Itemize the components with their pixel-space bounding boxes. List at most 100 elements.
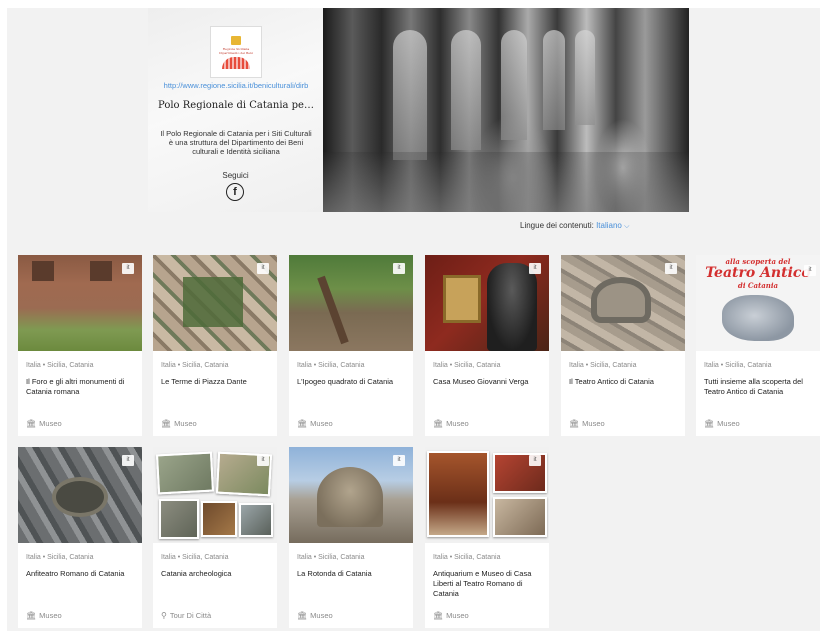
card-thumbnail: it: [153, 255, 277, 351]
location-region: Sicilia, Catania: [725, 362, 772, 369]
arch-shape: [501, 30, 527, 140]
location-country: Italia: [569, 362, 584, 369]
card-type-label: Tour Di Città: [169, 611, 212, 620]
card-location: Italia • Sicilia, Catania: [569, 362, 636, 369]
location-region: Sicilia, Catania: [47, 362, 94, 369]
language-selected[interactable]: Italiano: [596, 221, 622, 230]
card-location: Italia • Sicilia, Catania: [26, 362, 93, 369]
location-separator: •: [42, 362, 46, 369]
card-type: 🏛 Museo: [161, 419, 197, 428]
content-card[interactable]: it Italia • Sicilia, Catania Il Teatro A…: [561, 255, 685, 436]
portrait-frame: [443, 275, 481, 323]
card-title[interactable]: L'Ipogeo quadrato di Catania: [297, 377, 407, 387]
facebook-icon[interactable]: f: [226, 183, 244, 201]
card-thumbnail: alla scoperta del Teatro Antico di Catan…: [696, 255, 820, 351]
location-separator: •: [585, 362, 589, 369]
location-region: Sicilia, Catania: [182, 362, 229, 369]
arch-shape: [451, 30, 481, 150]
location-country: Italia: [297, 362, 312, 369]
card-title[interactable]: Antiquarium e Museo di Casa Liberti al T…: [433, 569, 543, 599]
content-card[interactable]: it Italia • Sicilia, Catania Casa Museo …: [425, 255, 549, 436]
location-separator: •: [720, 362, 724, 369]
language-badge: it: [257, 263, 269, 274]
card-location: Italia • Sicilia, Catania: [433, 362, 500, 369]
photo-collage-item: [159, 499, 199, 539]
card-title[interactable]: Catania archeologica: [161, 569, 271, 579]
language-badge: it: [804, 265, 816, 276]
card-type: 🏛 Museo: [26, 419, 62, 428]
language-badge: it: [122, 263, 134, 274]
card-title[interactable]: Casa Museo Giovanni Verga: [433, 377, 543, 387]
content-card[interactable]: it Italia • Sicilia, Catania Anfiteatro …: [18, 447, 142, 628]
tree-trunk: [317, 275, 349, 345]
content-card[interactable]: it Italia • Sicilia, Catania L'Ipogeo qu…: [289, 255, 413, 436]
location-region: Sicilia, Catania: [47, 554, 94, 561]
logo-text: Regione Siciliana Dipartimento dei Beni …: [219, 46, 253, 55]
location-region: Sicilia, Catania: [318, 362, 365, 369]
language-badge: it: [529, 263, 541, 274]
museum-icon: 🏛: [26, 419, 37, 428]
location-separator: •: [313, 554, 317, 561]
content-card[interactable]: it Italia • Sicilia, Catania Il Foro e g…: [18, 255, 142, 436]
card-location: Italia • Sicilia, Catania: [704, 362, 771, 369]
location-region: Sicilia, Catania: [454, 362, 501, 369]
follow-label: Seguici: [222, 171, 249, 180]
location-separator: •: [313, 362, 317, 369]
location-region: Sicilia, Catania: [590, 362, 637, 369]
museum-icon: 🏛: [433, 611, 444, 620]
card-type-label: Museo: [174, 419, 197, 428]
card-title[interactable]: Le Terme di Piazza Dante: [161, 377, 271, 387]
card-title[interactable]: Anfiteatro Romano di Catania: [26, 569, 136, 579]
location-region: Sicilia, Catania: [318, 554, 365, 561]
card-type: 🏛 Museo: [297, 611, 333, 620]
location-separator: •: [177, 362, 181, 369]
card-type-label: Museo: [446, 419, 469, 428]
location-country: Italia: [433, 362, 448, 369]
content-card[interactable]: it Italia • Sicilia, Catania Catania arc…: [153, 447, 277, 628]
content-card[interactable]: it Italia • Sicilia, Catania Le Terme di…: [153, 255, 277, 436]
photo-collage-item: [427, 451, 489, 537]
museum-icon: 🏛: [433, 419, 444, 428]
website-link[interactable]: http://www.regione.sicilia.it/benicultur…: [156, 81, 316, 90]
card-title[interactable]: Tutti insieme alla scoperta del Teatro A…: [704, 377, 814, 397]
hero-cover-image: [323, 8, 689, 212]
card-thumbnail: it: [561, 255, 685, 351]
card-type-label: Museo: [39, 419, 62, 428]
profile-panel: Regione Siciliana Dipartimento dei Beni …: [148, 8, 323, 212]
content-card[interactable]: alla scoperta del Teatro Antico di Catan…: [696, 255, 820, 436]
location-country: Italia: [161, 554, 176, 561]
arch-shape: [393, 30, 427, 160]
location-region: Sicilia, Catania: [182, 554, 229, 561]
card-thumbnail: it: [18, 255, 142, 351]
card-thumbnail: it: [153, 447, 277, 543]
language-label: Lingue dei contenuti:: [520, 221, 594, 230]
card-title[interactable]: La Rotonda di Catania: [297, 569, 407, 579]
card-location: Italia • Sicilia, Catania: [297, 554, 364, 561]
dome-shape: [317, 467, 383, 527]
location-country: Italia: [704, 362, 719, 369]
piazza-shape: [183, 277, 243, 327]
card-type-label: Museo: [717, 419, 740, 428]
content-card[interactable]: it Italia • Sicilia, Catania Antiquarium…: [425, 447, 549, 628]
card-thumbnail: it: [425, 255, 549, 351]
profile-title: Polo Regionale di Catania per i...: [158, 100, 314, 111]
poster-line-3: di Catania: [737, 281, 779, 290]
card-title[interactable]: Il Foro e gli altri monumenti di Catania…: [26, 377, 136, 397]
card-title[interactable]: Il Teatro Antico di Catania: [569, 377, 679, 387]
content-card[interactable]: it Italia • Sicilia, Catania La Rotonda …: [289, 447, 413, 628]
location-separator: •: [449, 554, 453, 561]
museum-icon: 🏛: [161, 419, 172, 428]
organization-logo[interactable]: Regione Siciliana Dipartimento dei Beni …: [210, 26, 262, 78]
elephant-illustration: [722, 295, 794, 341]
poster-line-2: Teatro Antico: [705, 265, 811, 281]
theatre-shape: [591, 277, 651, 323]
location-separator: •: [449, 362, 453, 369]
content-language-selector[interactable]: Lingue dei contenuti: Italiano ⌵: [520, 221, 629, 231]
location-separator: •: [42, 554, 46, 561]
card-type-label: Museo: [39, 611, 62, 620]
card-location: Italia • Sicilia, Catania: [161, 362, 228, 369]
location-country: Italia: [433, 554, 448, 561]
card-thumbnail: it: [289, 255, 413, 351]
photo-collage-item: [155, 451, 215, 495]
museum-icon: 🏛: [704, 419, 715, 428]
